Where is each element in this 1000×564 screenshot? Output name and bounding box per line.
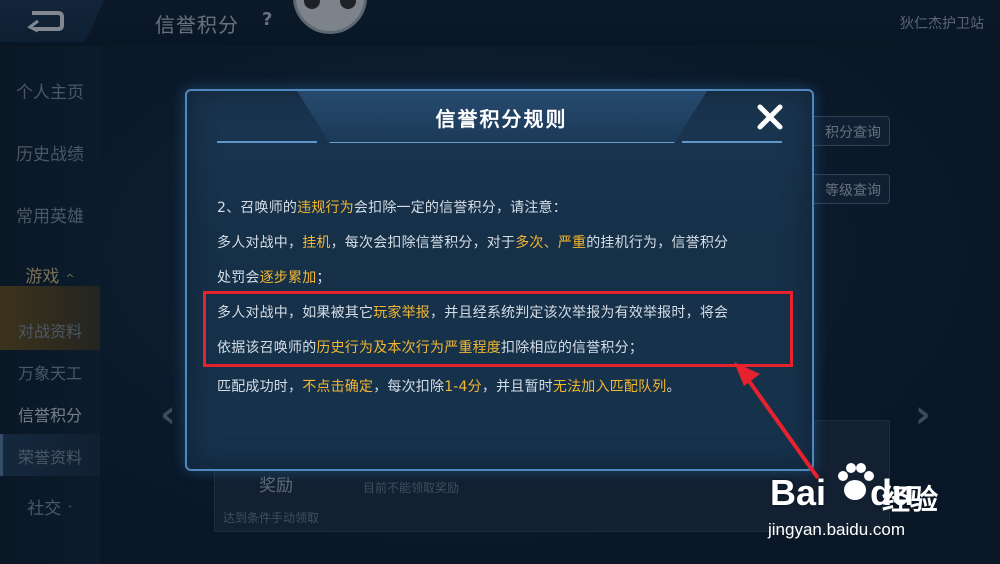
watermark-url: jingyan.baidu.com [768,520,906,539]
watermark-brand-bai: Bai [770,472,827,513]
paw-icon [838,463,874,500]
watermark-cn: 经验 [882,483,939,516]
